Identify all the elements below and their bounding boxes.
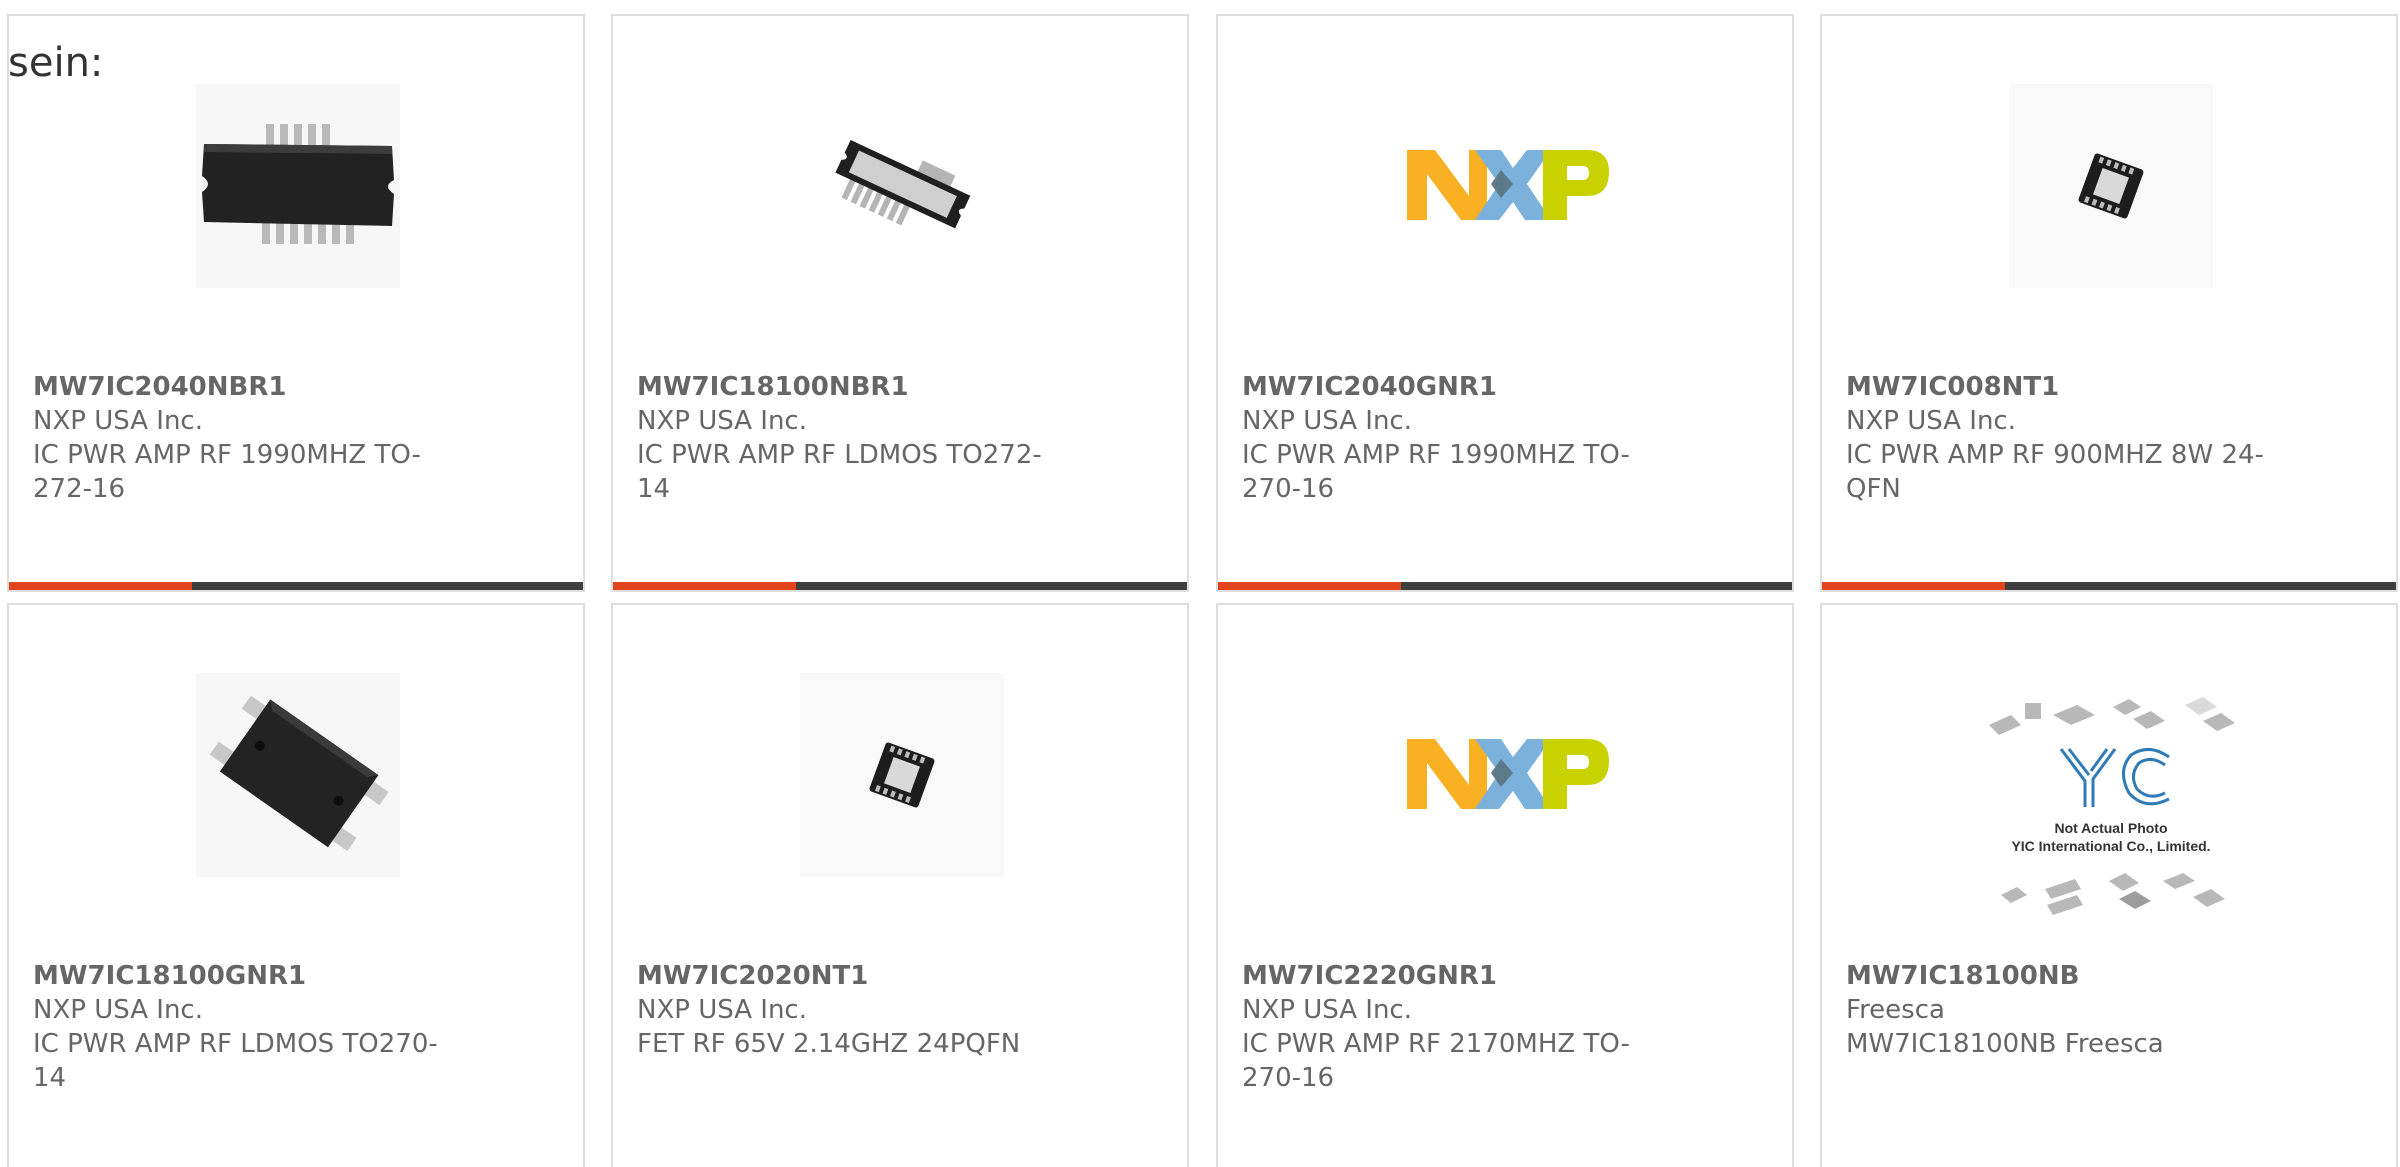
product-info: MW7IC008NT1 NXP USA Inc. IC PWR AMP RF 9…: [1846, 370, 2266, 506]
product-card[interactable]: Not Actual Photo YIC International Co., …: [1820, 603, 2398, 1167]
description: IC PWR AMP RF 2170MHZ TO-270-16: [1242, 1029, 1630, 1093]
product-info: MW7IC18100NBR1 NXP USA Inc. IC PWR AMP R…: [637, 370, 1057, 506]
part-number-link[interactable]: MW7IC2040NBR1: [33, 370, 453, 404]
product-image-to272[interactable]: [800, 84, 1004, 288]
description: IC PWR AMP RF 1990MHZ TO-272-16: [33, 440, 421, 504]
part-number-link[interactable]: MW7IC2020NT1: [637, 959, 1057, 993]
description: FET RF 65V 2.14GHZ 24PQFN: [637, 1029, 1021, 1059]
part-number-link[interactable]: MW7IC2040GNR1: [1242, 370, 1662, 404]
bar-accent: [613, 582, 796, 590]
manufacturer: NXP USA Inc.: [637, 995, 807, 1025]
part-number-link[interactable]: MW7IC008NT1: [1846, 370, 2266, 404]
yic-caption: YIC International Co., Limited.: [2011, 838, 2210, 854]
bar-accent: [1218, 582, 1401, 590]
product-image-qfn[interactable]: [800, 673, 1004, 877]
product-card[interactable]: MW7IC18100NBR1 NXP USA Inc. IC PWR AMP R…: [611, 14, 1189, 592]
product-info: MW7IC18100NB Freesca MW7IC18100NB Freesc…: [1846, 959, 2266, 1061]
product-card[interactable]: MW7IC2040GNR1 NXP USA Inc. IC PWR AMP RF…: [1216, 14, 1794, 592]
card-bottom-bar: [613, 582, 1187, 590]
manufacturer: NXP USA Inc.: [1846, 406, 2016, 436]
manufacturer: NXP USA Inc.: [637, 406, 807, 436]
description: IC PWR AMP RF 1990MHZ TO-270-16: [1242, 440, 1630, 504]
nxp-logo[interactable]: [1405, 84, 1609, 288]
bar-accent: [1822, 582, 2005, 590]
product-grid-page: sein: MW7IC2040NBR1 NXP USA Inc. IC PWR …: [0, 0, 2400, 1167]
manufacturer: NXP USA Inc.: [33, 406, 203, 436]
card-bottom-bar: [9, 582, 583, 590]
description: IC PWR AMP RF LDMOS TO272-14: [637, 440, 1042, 504]
part-number-link[interactable]: MW7IC2220GNR1: [1242, 959, 1662, 993]
part-number-link[interactable]: MW7IC18100GNR1: [33, 959, 453, 993]
product-card[interactable]: MW7IC18100GNR1 NXP USA Inc. IC PWR AMP R…: [7, 603, 585, 1167]
product-image-qfn[interactable]: [2009, 84, 2213, 288]
placeholder-image[interactable]: Not Actual Photo YIC International Co., …: [1969, 685, 2253, 925]
description: MW7IC18100NB Freesca: [1846, 1029, 2164, 1059]
intro-text: sein:: [8, 40, 104, 86]
product-card[interactable]: MW7IC2040NBR1 NXP USA Inc. IC PWR AMP RF…: [7, 14, 585, 592]
product-info: MW7IC18100GNR1 NXP USA Inc. IC PWR AMP R…: [33, 959, 453, 1095]
manufacturer: NXP USA Inc.: [1242, 406, 1412, 436]
card-bottom-bar: [1822, 582, 2396, 590]
part-number-link[interactable]: MW7IC18100NBR1: [637, 370, 1057, 404]
product-card[interactable]: MW7IC2020NT1 NXP USA Inc. FET RF 65V 2.1…: [611, 603, 1189, 1167]
description: IC PWR AMP RF 900MHZ 8W 24-QFN: [1846, 440, 2264, 504]
nxp-logo[interactable]: [1405, 673, 1609, 877]
not-actual-photo-caption: Not Actual Photo: [2054, 820, 2167, 836]
manufacturer: NXP USA Inc.: [1242, 995, 1412, 1025]
product-image-to272[interactable]: [196, 84, 400, 288]
manufacturer: Freesca: [1846, 995, 1945, 1025]
product-info: MW7IC2040GNR1 NXP USA Inc. IC PWR AMP RF…: [1242, 370, 1662, 506]
part-number-link[interactable]: MW7IC18100NB: [1846, 959, 2266, 993]
manufacturer: NXP USA Inc.: [33, 995, 203, 1025]
product-image-to270[interactable]: [196, 673, 400, 877]
product-info: MW7IC2040NBR1 NXP USA Inc. IC PWR AMP RF…: [33, 370, 453, 506]
product-card[interactable]: MW7IC008NT1 NXP USA Inc. IC PWR AMP RF 9…: [1820, 14, 2398, 592]
product-info: MW7IC2220GNR1 NXP USA Inc. IC PWR AMP RF…: [1242, 959, 1662, 1095]
description: IC PWR AMP RF LDMOS TO270-14: [33, 1029, 438, 1093]
product-card[interactable]: MW7IC2220GNR1 NXP USA Inc. IC PWR AMP RF…: [1216, 603, 1794, 1167]
bar-accent: [9, 582, 192, 590]
product-info: MW7IC2020NT1 NXP USA Inc. FET RF 65V 2.1…: [637, 959, 1057, 1061]
card-bottom-bar: [1218, 582, 1792, 590]
